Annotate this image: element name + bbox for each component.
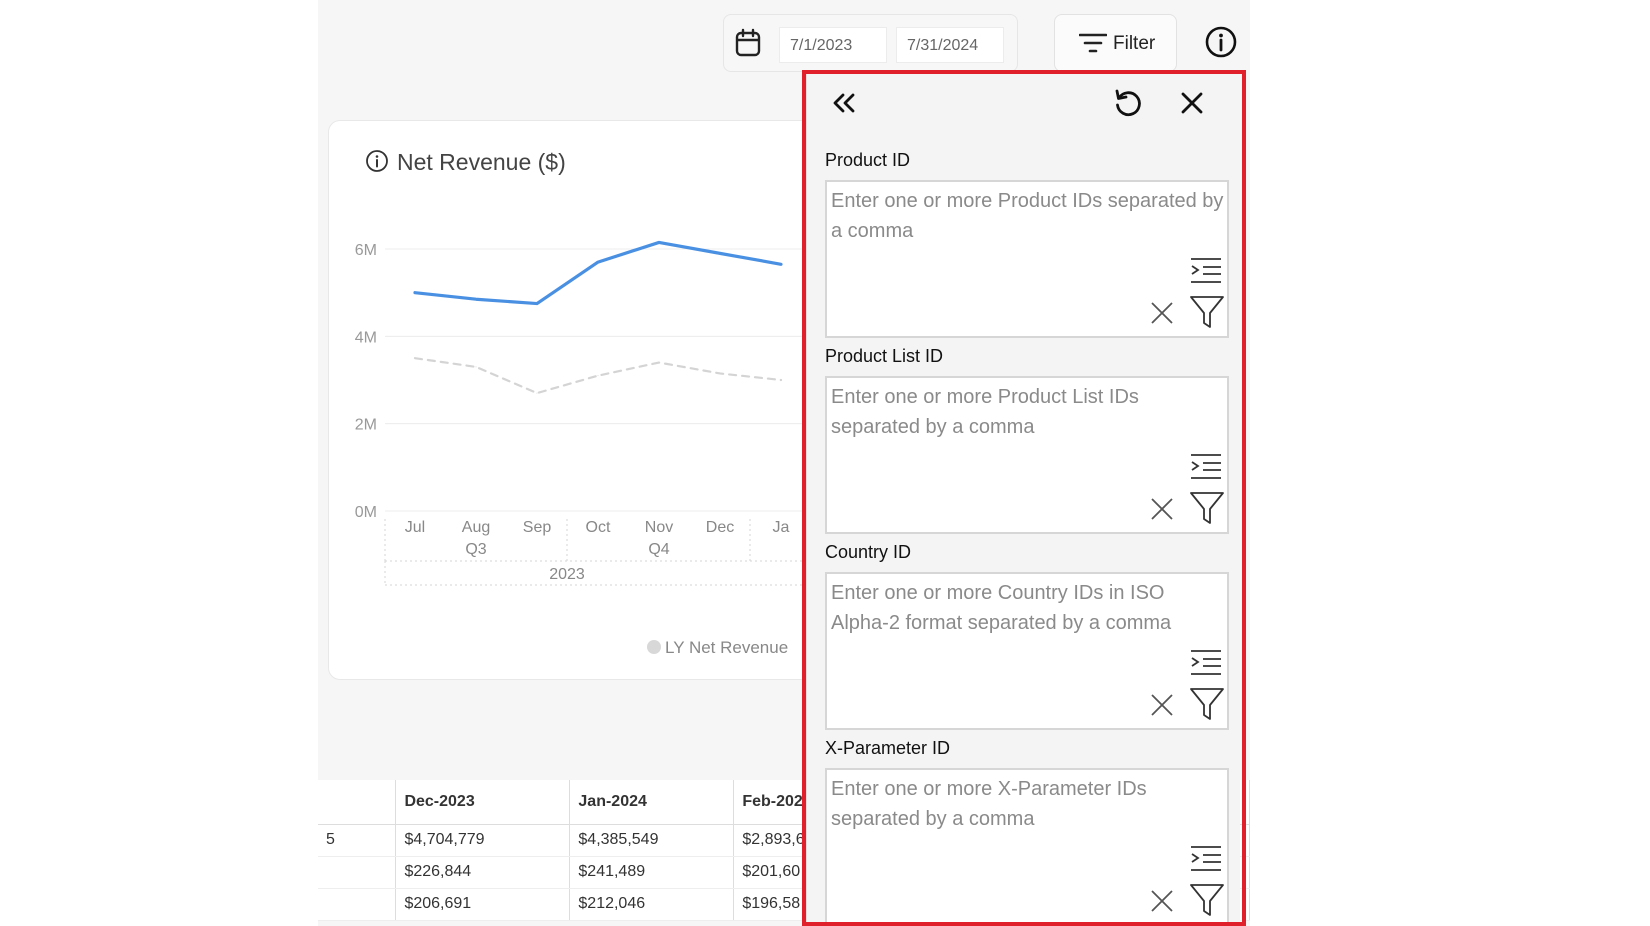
table-cell — [318, 888, 397, 921]
product-list-id-label: Product List ID — [825, 346, 944, 366]
data-point — [414, 292, 416, 294]
quarter-label: Q4 — [648, 541, 669, 558]
legend-swatch-ly — [647, 640, 661, 654]
country-id-input[interactable] — [831, 578, 1225, 688]
data-point — [719, 372, 721, 374]
country-id-label: Country ID — [825, 542, 912, 562]
close-icon[interactable] — [1175, 86, 1209, 120]
data-point — [780, 263, 782, 265]
country-id-field — [825, 572, 1229, 730]
start-date-input[interactable]: 7/1/2023 — [779, 27, 887, 63]
list-indent-icon[interactable] — [1189, 648, 1223, 678]
product-list-id-input[interactable] — [831, 382, 1225, 492]
x-tick-label: Ja — [773, 519, 790, 536]
data-point — [597, 261, 599, 263]
x-parameter-id-label: X-Parameter ID — [825, 738, 951, 758]
x-tick-label: Nov — [645, 519, 673, 536]
table-cell: 5 — [318, 824, 397, 857]
funnel-icon[interactable] — [1189, 294, 1225, 330]
end-date-input[interactable]: 7/31/2024 — [896, 27, 1004, 63]
chart-legend: LY Net Revenue — [647, 638, 816, 658]
data-point — [658, 241, 660, 243]
clear-x-icon[interactable] — [1149, 888, 1175, 914]
info-icon[interactable] — [1204, 25, 1238, 59]
list-indent-icon[interactable] — [1189, 256, 1223, 286]
y-tick-label: 6M — [355, 242, 377, 259]
calendar-icon[interactable] — [734, 28, 762, 58]
data-point — [536, 303, 538, 305]
year-label: 2023 — [549, 566, 585, 583]
quarter-label: Q3 — [465, 541, 486, 558]
net-revenue-card: Net Revenue ($) 0M 2M 4M 6M Jul Aug Sep Oct Nov D… — [328, 120, 888, 680]
filter-button[interactable]: Filter — [1054, 14, 1177, 72]
clear-x-icon[interactable] — [1149, 692, 1175, 718]
table-header-cell[interactable] — [318, 780, 397, 825]
x-tick-label: Aug — [462, 519, 490, 536]
list-indent-icon[interactable] — [1189, 452, 1223, 482]
data-point — [597, 375, 599, 377]
clear-x-icon[interactable] — [1149, 496, 1175, 522]
funnel-icon[interactable] — [1189, 490, 1225, 526]
series-line-net-revenue — [413, 240, 783, 306]
filter-button-label: Filter — [1113, 33, 1156, 54]
table-cell: $226,844 — [395, 856, 571, 889]
product-list-id-field — [825, 376, 1229, 534]
data-point — [658, 362, 660, 364]
reset-icon[interactable] — [1111, 86, 1145, 120]
product-id-label: Product ID — [825, 150, 911, 170]
data-point — [414, 357, 416, 359]
data-point — [719, 252, 721, 254]
data-point — [780, 379, 782, 381]
legend-label-ly: LY Net Revenue — [665, 638, 789, 657]
table-header-cell[interactable]: Dec-2023 — [395, 780, 571, 825]
x-parameter-id-input[interactable] — [831, 774, 1225, 884]
x-tick-label: Jul — [405, 519, 425, 536]
table-cell — [318, 856, 397, 889]
x-parameter-id-field — [825, 768, 1229, 926]
screenshot-stage: 7/1/2023 7/31/2024 Filter Net Revenue ($… — [0, 0, 1650, 926]
funnel-icon[interactable] — [1189, 882, 1225, 918]
data-point — [475, 298, 477, 300]
product-id-field — [825, 180, 1229, 338]
y-tick-label: 0M — [355, 504, 377, 521]
table-cell: $241,489 — [569, 856, 735, 889]
table-header-cell[interactable]: Jan-2024 — [569, 780, 735, 825]
x-tick-label: Dec — [706, 519, 734, 536]
table-cell: $4,385,549 — [569, 824, 735, 857]
y-tick-label: 4M — [355, 329, 377, 346]
funnel-icon[interactable] — [1189, 686, 1225, 722]
filter-panel: Product ID Product List ID Country ID X-Par… — [806, 70, 1240, 926]
filter-lines-icon — [1079, 33, 1107, 53]
product-id-input[interactable] — [831, 186, 1225, 296]
x-tick-label: Oct — [586, 519, 611, 536]
y-tick-label: 2M — [355, 417, 377, 434]
data-point — [536, 392, 538, 394]
table-cell: $212,046 — [569, 888, 735, 921]
table-cell: $206,691 — [395, 888, 571, 921]
clear-x-icon[interactable] — [1149, 300, 1175, 326]
x-tick-label: Sep — [523, 519, 552, 536]
table-cell: $4,704,779 — [395, 824, 571, 857]
net-revenue-chart: 0M 2M 4M 6M Jul Aug Sep Oct Nov Dec Ja Q3 Q4 2023 — [355, 240, 887, 586]
dashboard-app: 7/1/2023 7/31/2024 Filter Net Revenue ($… — [318, 0, 1250, 926]
date-range-picker: 7/1/2023 7/31/2024 — [723, 14, 1018, 72]
double-chevron-left-icon[interactable] — [827, 86, 861, 120]
data-point — [475, 366, 477, 368]
list-indent-icon[interactable] — [1189, 844, 1223, 874]
